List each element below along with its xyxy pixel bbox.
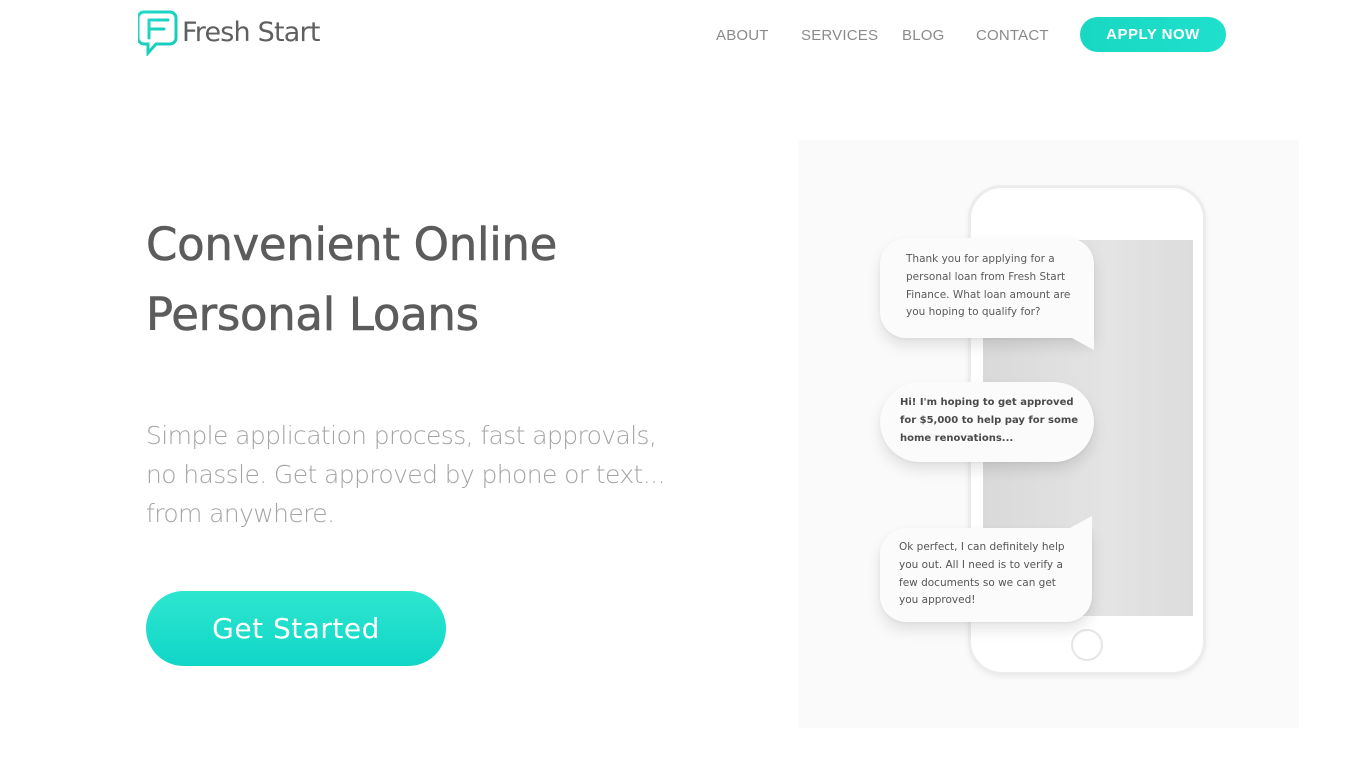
hero-title: Convenient Online Personal Loans bbox=[146, 210, 706, 350]
hero-title-line: Convenient Online bbox=[146, 218, 558, 272]
chat-bubble-lender: Ok perfect, I can definitely help you ou… bbox=[880, 516, 1092, 622]
hero-subtitle-line: no hassle. Get approved by phone or text… bbox=[146, 460, 665, 489]
hero-subtitle: Simple application process, fast approva… bbox=[146, 416, 746, 533]
get-started-button[interactable]: Get Started bbox=[146, 591, 446, 666]
chat-line: Finance. What loan amount are bbox=[906, 288, 1071, 301]
chat-line: personal loan from Fresh Start bbox=[906, 270, 1066, 283]
hero-subtitle-line: Simple application process, fast approva… bbox=[146, 421, 657, 450]
phone-home-button bbox=[1071, 629, 1103, 661]
chat-line: home renovations... bbox=[900, 432, 1014, 444]
chat-line: Hi! I'm hoping to get approved bbox=[900, 397, 1074, 408]
nav-link-about[interactable]: ABOUT bbox=[716, 26, 769, 46]
chat-line: few documents so we can get bbox=[899, 576, 1056, 589]
chat-line: for $5,000 to help pay for some bbox=[900, 414, 1079, 426]
nav-link-services[interactable]: SERVICES bbox=[801, 26, 878, 46]
chat-bubble-logo-icon bbox=[138, 10, 178, 56]
chat-line: Thank you for applying for a bbox=[906, 253, 1055, 265]
chat-line: you out. All I need is to verify a bbox=[899, 558, 1063, 571]
apply-now-button[interactable]: APPLY NOW bbox=[1080, 17, 1226, 52]
brand-name: Fresh Start bbox=[182, 16, 320, 48]
nav-link-contact[interactable]: CONTACT bbox=[976, 26, 1049, 46]
hero-title-line: Personal Loans bbox=[146, 288, 480, 342]
chat-line: you approved! bbox=[899, 594, 976, 607]
brand-logo[interactable]: Fresh Start bbox=[138, 10, 320, 56]
nav-link-blog[interactable]: BLOG bbox=[902, 26, 944, 46]
phone-chat-illustration: Thank you for applying for a personal lo… bbox=[798, 140, 1299, 728]
hero-subtitle-line: from anywhere. bbox=[146, 499, 335, 528]
chat-bubble-lender: Thank you for applying for a personal lo… bbox=[880, 238, 1094, 350]
site-header: Fresh Start ABOUT SERVICES BLOG CONTACT … bbox=[0, 0, 1366, 72]
chat-line: Ok perfect, I can definitely help bbox=[899, 541, 1065, 553]
chat-line: you hoping to qualify for? bbox=[906, 306, 1041, 319]
chat-bubble-customer: Hi! I'm hoping to get approved for $5,00… bbox=[880, 382, 1094, 462]
